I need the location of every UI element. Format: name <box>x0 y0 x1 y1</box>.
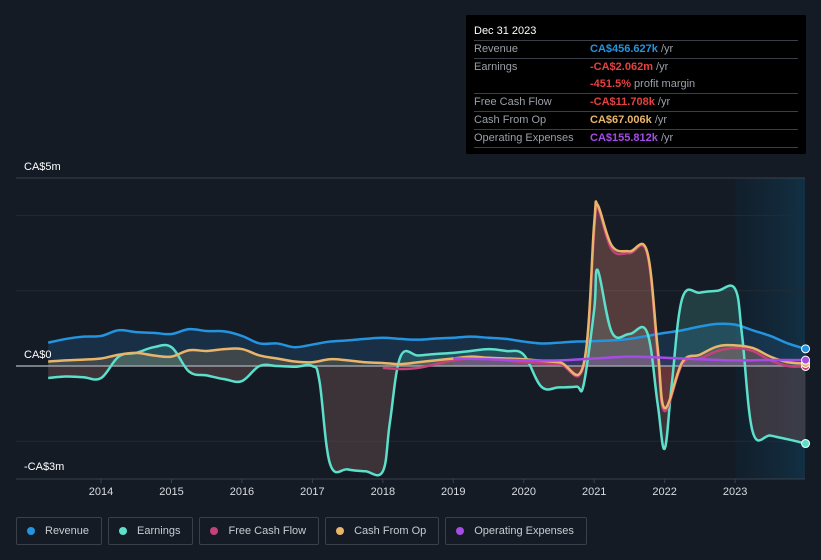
x-tick-label: 2020 <box>512 486 536 498</box>
x-tick-label: 2019 <box>441 486 465 498</box>
tooltip-label: Revenue <box>474 43 519 55</box>
tooltip-row-operating-expenses: Operating Expenses CA$155.812k /yr <box>474 130 798 148</box>
tooltip-label: Earnings <box>474 61 518 73</box>
tooltip-row-cash-from-op: Cash From Op CA$67.006k /yr <box>474 112 798 130</box>
tooltip-value: -CA$2.062m /yr <box>590 61 669 73</box>
tooltip-row-revenue: Revenue CA$456.627k /yr <box>474 41 798 59</box>
legend: Revenue Earnings Free Cash Flow Cash From O… <box>16 517 587 545</box>
y-tick-label-top: CA$5m <box>24 161 61 173</box>
tooltip-label <box>474 76 590 93</box>
legend-item-earnings[interactable]: Earnings <box>108 517 194 545</box>
operating-expenses-end-dot <box>801 355 811 365</box>
legend-dot-icon <box>336 527 345 535</box>
tooltip-label: Cash From Op <box>474 114 547 126</box>
tooltip-value: CA$67.006k /yr <box>590 114 668 126</box>
tooltip-value: CA$456.627k /yr <box>590 43 674 55</box>
tooltip-value: CA$155.812k /yr <box>590 132 674 144</box>
tooltip-row-profit-margin: -451.5% profit margin <box>474 76 798 94</box>
tooltip-value: -451.5% profit margin <box>590 78 696 90</box>
legend-label: Cash From Op <box>354 525 427 537</box>
legend-dot-icon <box>27 527 35 535</box>
x-tick-label: 2018 <box>371 486 395 498</box>
x-tick-label: 2023 <box>723 486 747 498</box>
y-tick-label-bottom: -CA$3m <box>24 461 64 473</box>
legend-dot-icon <box>456 527 465 535</box>
legend-dot-icon <box>119 527 128 535</box>
x-tick-label: 2022 <box>652 486 676 498</box>
tooltip-row-earnings: Earnings -CA$2.062m /yr <box>474 59 798 76</box>
y-axis: CA$5m CA$0 -CA$3m <box>24 161 64 473</box>
x-axis: 2014 2015 2016 2017 2018 2019 2020 2021 2022 2023 <box>89 479 747 498</box>
earnings-area <box>48 269 806 476</box>
tooltip-label: Operating Expenses <box>474 132 574 144</box>
legend-label: Free Cash Flow <box>228 525 307 537</box>
legend-label: Operating Expenses <box>474 525 574 537</box>
revenue-end-dot <box>801 344 811 354</box>
legend-label: Revenue <box>45 525 90 537</box>
earnings-end-dot <box>801 439 811 449</box>
y-tick-label-zero: CA$0 <box>24 349 52 361</box>
x-tick-label: 2014 <box>89 486 113 498</box>
legend-item-revenue[interactable]: Revenue <box>16 517 103 545</box>
legend-item-free-cash-flow[interactable]: Free Cash Flow <box>199 517 320 545</box>
tooltip-row-free-cash-flow: Free Cash Flow -CA$11.708k /yr <box>474 94 798 112</box>
legend-dot-icon <box>210 527 219 535</box>
tooltip-label: Free Cash Flow <box>474 96 552 108</box>
x-tick-label: 2016 <box>230 486 254 498</box>
legend-label: Earnings <box>137 525 181 537</box>
x-tick-label: 2015 <box>159 486 183 498</box>
tooltip-panel: Dec 31 2023 Revenue CA$456.627k /yr Earnin… <box>466 15 806 154</box>
tooltip-date: Dec 31 2023 <box>474 23 798 41</box>
legend-item-cash-from-op[interactable]: Cash From Op <box>325 517 440 545</box>
x-tick-label: 2021 <box>582 486 606 498</box>
x-tick-label: 2017 <box>300 486 324 498</box>
legend-item-operating-expenses[interactable]: Operating Expenses <box>445 517 587 545</box>
tooltip-value: -CA$11.708k /yr <box>590 96 671 108</box>
